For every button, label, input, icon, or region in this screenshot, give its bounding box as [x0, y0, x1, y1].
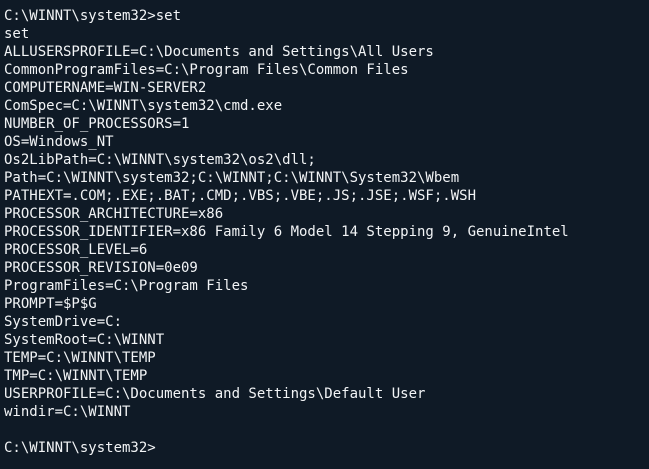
env-line: ProgramFiles=C:\Program Files — [4, 278, 249, 294]
env-line: PROCESSOR_LEVEL=6 — [4, 242, 148, 258]
env-line: PROMPT=$P$G — [4, 296, 97, 312]
env-line: windir=C:\WINNT — [4, 404, 131, 420]
env-line: CommonProgramFiles=C:\Program Files\Comm… — [4, 62, 409, 78]
prompt-line[interactable]: C:\WINNT\system32> — [4, 439, 649, 457]
env-line: ComSpec=C:\WINNT\system32\cmd.exe — [4, 98, 283, 114]
env-line: NUMBER_OF_PROCESSORS=1 — [4, 116, 190, 132]
env-line: TMP=C:\WINNT\TEMP — [4, 368, 148, 384]
env-line: PROCESSOR_REVISION=0e09 — [4, 260, 198, 276]
env-line: PROCESSOR_IDENTIFIER=x86 Family 6 Model … — [4, 224, 569, 240]
env-line: TEMP=C:\WINNT\TEMP — [4, 350, 156, 366]
env-line: SystemRoot=C:\WINNT — [4, 332, 165, 348]
terminal-window[interactable]: C:\WINNT\system32>set set ALLUSERSPROFIL… — [0, 0, 649, 469]
env-line: OS=Windows_NT — [4, 134, 114, 150]
env-line: PROCESSOR_ARCHITECTURE=x86 — [4, 206, 224, 222]
command-line: C:\WINNT\system32>set — [4, 8, 182, 24]
env-line: Os2LibPath=C:\WINNT\system32\os2\dll; — [4, 152, 316, 168]
env-line: USERPROFILE=C:\Documents and Settings\De… — [4, 386, 426, 402]
command-echo: set — [4, 26, 30, 42]
env-line: SystemDrive=C: — [4, 314, 123, 330]
env-line: ALLUSERSPROFILE=C:\Documents and Setting… — [4, 44, 434, 60]
prompt-text: C:\WINNT\system32> — [4, 440, 156, 456]
env-line: COMPUTERNAME=WIN-SERVER2 — [4, 80, 207, 96]
env-line: Path=C:\WINNT\system32;C:\WINNT;C:\WINNT… — [4, 170, 460, 186]
env-line: PATHEXT=.COM;.EXE;.BAT;.CMD;.VBS;.VBE;.J… — [4, 188, 477, 204]
